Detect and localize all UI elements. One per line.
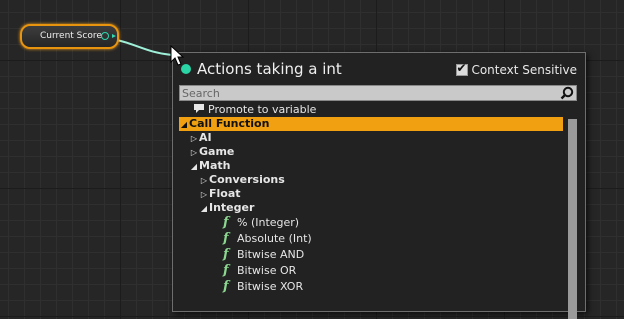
pin-arrow-icon [112,34,116,38]
function-f-icon: f [223,279,229,294]
list-item-label: Bitwise XOR [237,280,304,293]
list-item-function[interactable]: f Bitwise OR [179,263,563,279]
function-f-icon: f [223,231,229,246]
actions-context-menu: Actions taking a int ✔ Context Sensitive … [172,52,586,319]
list-item-label: Bitwise AND [237,248,305,261]
search-box[interactable] [179,85,577,101]
function-f-icon: f [223,247,229,262]
list-item-call-function[interactable]: ◢ Call Function [179,117,563,131]
list-item-label: Integer [209,201,255,214]
checkmark-icon: ✔ [456,61,467,75]
list-item-label: Call Function [189,117,270,130]
list-item-label: % (Integer) [237,216,300,229]
node-label: Current Score [40,31,102,41]
list-item-label: Promote to variable [208,103,317,116]
expanded-arrow-icon[interactable]: ◢ [199,202,209,216]
list-item-math[interactable]: ◢ Math [179,159,563,173]
list-item-function[interactable]: f % (Integer) [179,215,563,231]
function-f-icon: f [223,215,229,230]
collapsed-arrow-icon[interactable]: ▷ [199,174,209,188]
list-item-float[interactable]: ▷ Float [179,187,563,201]
list-item-game[interactable]: ▷ Game [179,145,563,159]
mouse-cursor-icon [170,45,184,66]
context-sensitive-label: Context Sensitive [471,63,577,77]
action-list: Promote to variable ◢ Call Function ▷ AI ▷… [179,103,563,295]
list-item-label: Math [199,159,231,172]
menu-title: Actions taking a int [197,60,342,78]
output-pin-icon[interactable] [101,32,109,40]
collapsed-arrow-icon[interactable]: ▷ [189,132,199,146]
list-item-function[interactable]: f Bitwise XOR [179,279,563,295]
list-item-label: Float [209,187,241,200]
list-item-promote[interactable]: Promote to variable [179,103,563,117]
context-sensitive-toggle[interactable]: ✔ Context Sensitive [456,61,577,77]
list-item-function[interactable]: f Bitwise AND [179,247,563,263]
list-item-label: Game [199,145,235,158]
list-item-label: Conversions [209,173,285,186]
list-item-label: AI [199,131,212,144]
collapsed-arrow-icon[interactable]: ▷ [189,146,199,160]
search-input[interactable] [182,86,552,100]
current-score-node[interactable]: Current Score [20,24,119,49]
list-item-label: Bitwise OR [237,264,297,277]
context-sensitive-checkbox[interactable]: ✔ [456,61,469,76]
list-item-ai[interactable]: ▷ AI [179,131,563,145]
list-item-function[interactable]: f Absolute (Int) [179,231,563,247]
function-f-icon: f [223,263,229,278]
expanded-arrow-icon[interactable]: ◢ [179,118,189,132]
collapsed-arrow-icon[interactable]: ▷ [199,188,209,202]
search-icon[interactable] [560,86,574,100]
expanded-arrow-icon[interactable]: ◢ [189,160,199,174]
speech-bubble-icon [193,103,205,113]
scrollbar[interactable] [568,119,577,319]
list-item-conversions[interactable]: ▷ Conversions [179,173,563,187]
list-item-label: Absolute (Int) [237,232,312,245]
list-item-integer[interactable]: ◢ Integer [179,201,563,215]
